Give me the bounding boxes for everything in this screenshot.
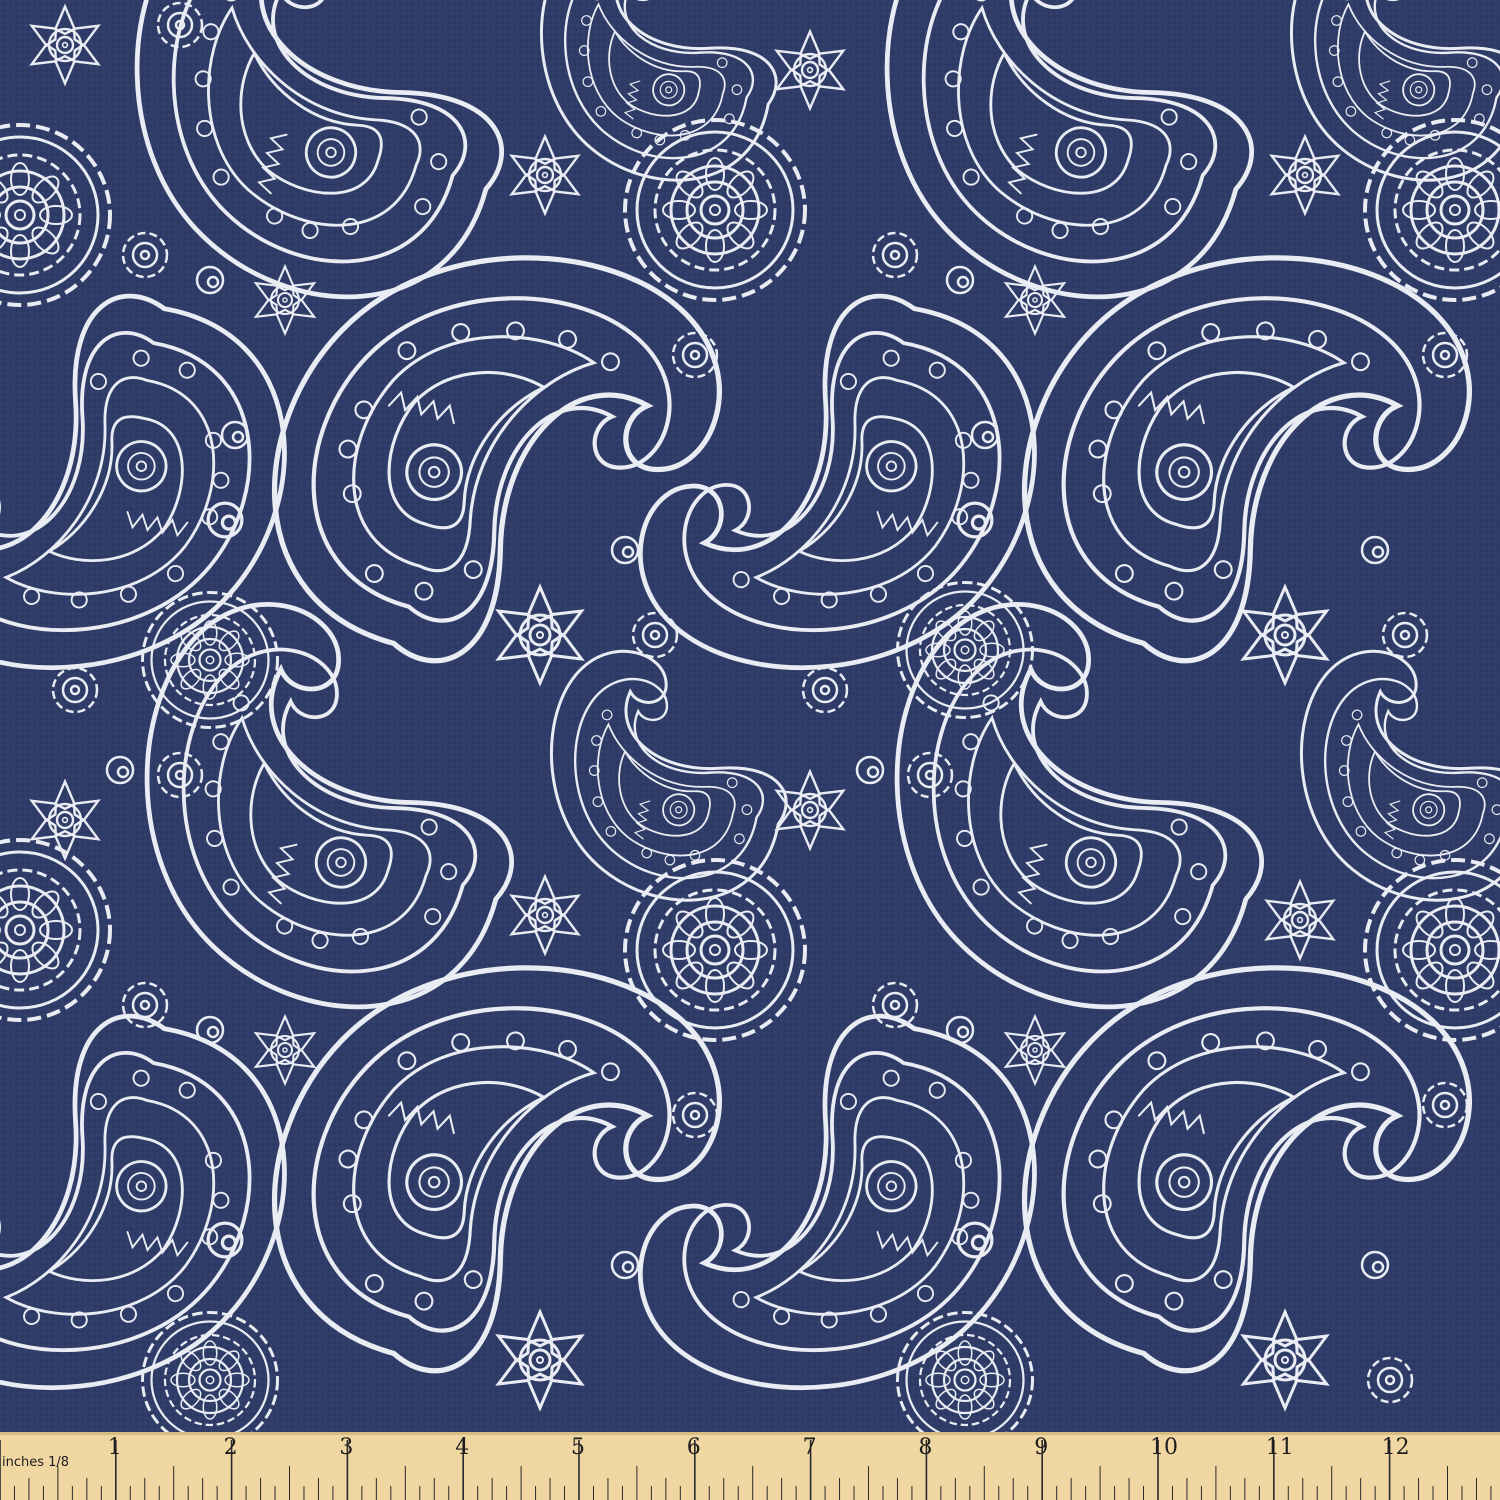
ruler-number: 8 [918, 1435, 932, 1460]
paisley-fabric-swatch [0, 0, 1500, 1432]
ruler-number: 12 [1382, 1435, 1410, 1460]
ruler-number: 11 [1266, 1435, 1294, 1460]
ruler-number: 10 [1150, 1435, 1178, 1460]
ruler-number: 4 [455, 1435, 469, 1460]
ruler-number: 3 [339, 1435, 353, 1460]
ruler-unit-label: inches 1/8 [2, 1455, 69, 1470]
measuring-ruler: 1234567891011121 inches 1/8 [0, 1432, 1500, 1500]
ruler-number: 6 [687, 1435, 701, 1460]
ruler-number: 9 [1034, 1435, 1048, 1460]
ruler-number: 7 [803, 1435, 817, 1460]
ruler-number: 1 [108, 1435, 122, 1460]
ruler-number: 5 [571, 1435, 585, 1460]
ruler-number: 2 [224, 1435, 238, 1460]
